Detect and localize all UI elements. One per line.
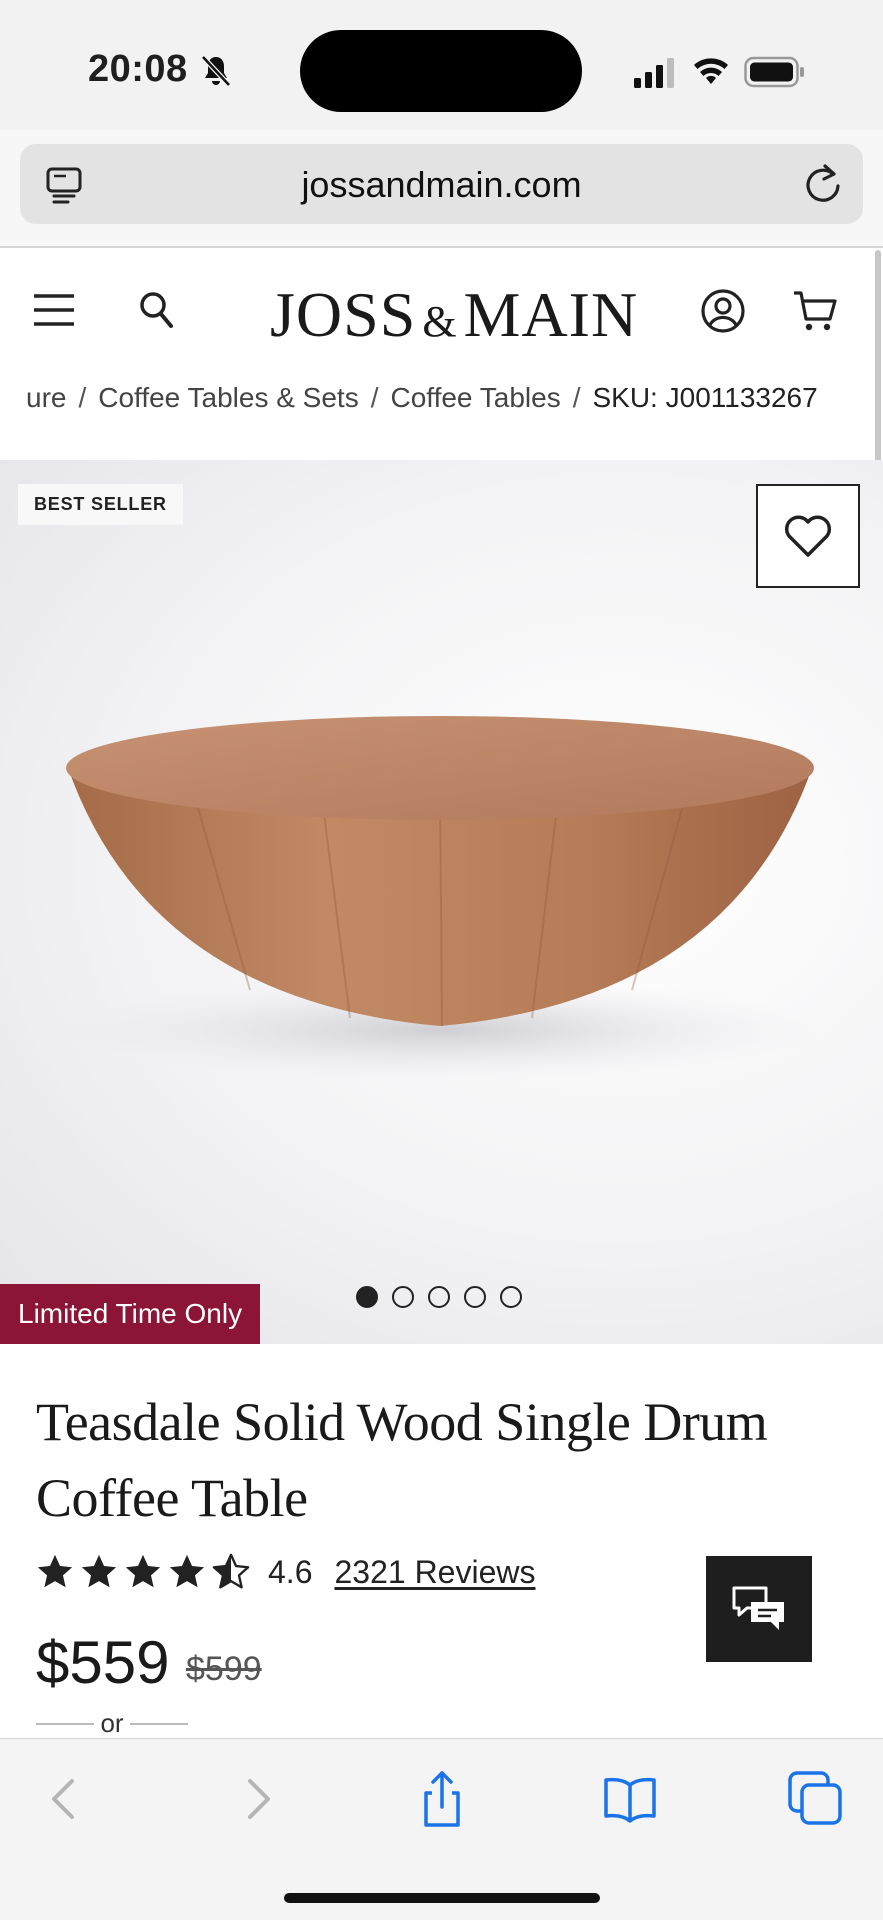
chat-button[interactable]: [706, 1556, 812, 1662]
carousel-dot[interactable]: [464, 1286, 486, 1308]
breadcrumb-item[interactable]: ure: [26, 382, 66, 413]
tabs-overview-icon[interactable]: [786, 1769, 846, 1829]
original-price: $599: [186, 1650, 262, 1688]
browser-toolbar: [0, 1738, 883, 1920]
cart-icon[interactable]: [792, 288, 838, 334]
carousel-dots[interactable]: [356, 1286, 522, 1308]
breadcrumb-sku: SKU: J001133267: [592, 382, 818, 413]
star-icon: [81, 1554, 117, 1588]
star-rating: [36, 1553, 250, 1591]
star-icon: [169, 1554, 205, 1588]
menu-icon[interactable]: [32, 292, 76, 328]
star-icon: [125, 1554, 161, 1588]
logo-amp: &: [422, 297, 458, 346]
favorite-button[interactable]: [756, 484, 860, 588]
url-text[interactable]: jossandmain.com: [20, 164, 863, 206]
sale-price: $559: [36, 1629, 170, 1696]
search-icon[interactable]: [138, 290, 174, 330]
carousel-dot[interactable]: [428, 1286, 450, 1308]
share-icon[interactable]: [412, 1769, 472, 1829]
bell-slash-icon: [201, 55, 231, 87]
divider-line: [129, 1722, 188, 1725]
chat-icon: [732, 1586, 784, 1630]
address-bar[interactable]: jossandmain.com: [20, 144, 863, 224]
bookmarks-icon[interactable]: [600, 1769, 660, 1829]
carousel-dot[interactable]: [356, 1286, 378, 1308]
carousel-dot[interactable]: [392, 1286, 414, 1308]
product-image-carousel[interactable]: BEST SELLER Limited Time Only: [0, 460, 883, 1344]
home-indicator[interactable]: [284, 1893, 600, 1903]
breadcrumb: ure / Coffee Tables & Sets / Coffee Tables / S…: [26, 382, 818, 414]
wifi-icon: [694, 58, 728, 84]
product-image: [60, 716, 820, 1080]
status-bar: 20:08: [0, 0, 883, 130]
best-seller-badge: BEST SELLER: [18, 484, 183, 525]
dynamic-island: [300, 30, 582, 112]
or-label: or: [100, 1708, 124, 1738]
back-icon[interactable]: [36, 1769, 96, 1829]
reviews-link[interactable]: 2321 Reviews: [334, 1554, 535, 1591]
carousel-dot[interactable]: [500, 1286, 522, 1308]
heart-icon: [784, 515, 832, 557]
breadcrumb-item[interactable]: Coffee Tables: [391, 382, 561, 413]
divider-line: [36, 1722, 95, 1725]
reload-icon[interactable]: [803, 162, 843, 204]
star-half-icon: [212, 1553, 250, 1589]
signal-icon: [634, 58, 674, 88]
limited-time-badge: Limited Time Only: [0, 1284, 261, 1344]
breadcrumb-item[interactable]: Coffee Tables & Sets: [98, 382, 358, 413]
battery-icon: [744, 56, 804, 88]
status-time: 20:08: [88, 48, 188, 90]
account-icon[interactable]: [700, 288, 746, 334]
site-header: JOSS &MAIN: [0, 248, 883, 378]
or-divider: or: [36, 1708, 188, 1738]
logo-main: MAIN: [463, 279, 639, 350]
breadcrumb-separator: /: [572, 382, 581, 413]
breadcrumb-separator: /: [78, 382, 87, 413]
breadcrumb-separator: /: [370, 382, 379, 413]
site-logo[interactable]: JOSS &MAIN: [270, 278, 638, 352]
forward-icon[interactable]: [226, 1769, 286, 1829]
logo-joss: JOSS: [270, 279, 417, 350]
rating-row: 4.6 2321 Reviews: [36, 1548, 535, 1596]
rating-value: 4.6: [268, 1553, 313, 1590]
web-page: JOSS &MAIN ure / Coffee Tables & Sets / Coffe…: [0, 248, 883, 1738]
product-title: Teasdale Solid Wood Single Drum Coffee T…: [36, 1392, 768, 1528]
star-icon: [37, 1554, 73, 1588]
